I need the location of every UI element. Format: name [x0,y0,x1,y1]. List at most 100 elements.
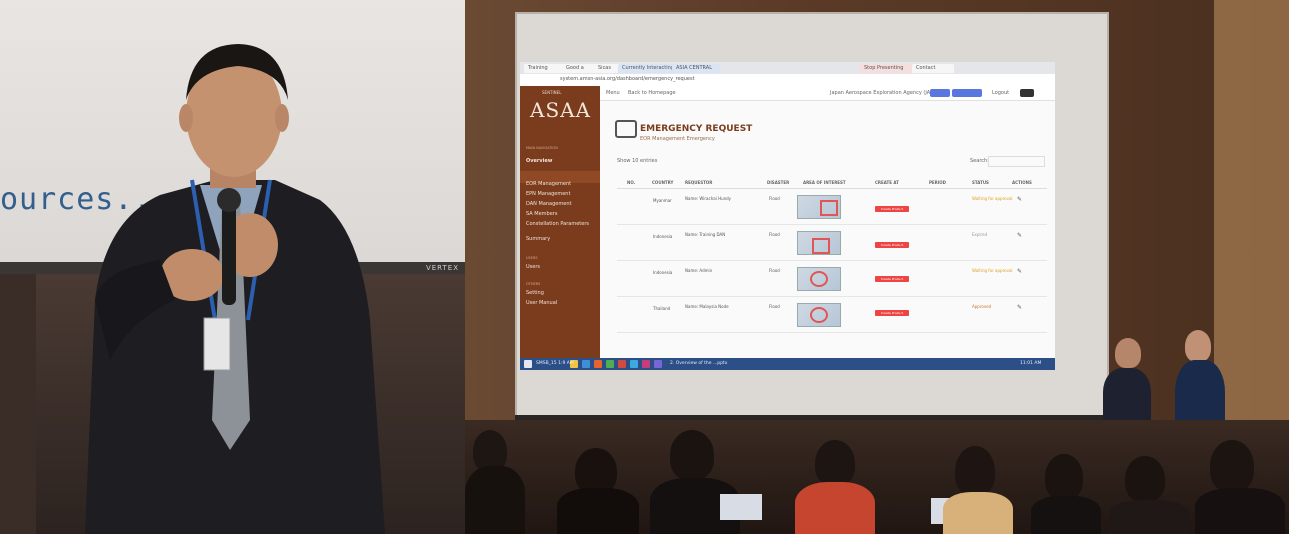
table-row: Thailand Name: Malaysia Node Flood Creat… [617,298,1047,333]
browser-tab: Good a [562,64,598,73]
column-header: COUNTRY [652,180,674,185]
requestor-cell: Name: Malaysia Node [685,304,729,309]
column-header: PERIOD [929,180,946,185]
column-header: NO. [627,180,636,185]
aoi-marker [810,307,828,323]
aoi-marker [810,271,828,287]
browser-tab: Currently Interacting [618,64,678,73]
sidebar-item: Users [526,264,541,270]
nav-button [930,89,950,97]
column-header: REQUESTOR [685,180,713,185]
aoi-marker [812,238,830,254]
top-nav: Menu Back to Homepage Japan Aerospace Ex… [600,86,1055,101]
nav-button [1020,89,1034,97]
browser-tab-bar: Training Good a Sicas Currently Interact… [520,62,1055,74]
edit-icon: ✎ [1017,232,1023,239]
projected-web-app: Training Good a Sicas Currently Interact… [520,62,1055,370]
audience-body [1195,488,1285,534]
app-icon [582,360,590,368]
sidebar-item: Overview [526,158,553,164]
edit-icon: ✎ [1017,196,1023,203]
taskbar-item: SMSB_15 1:9 AM [536,361,574,366]
audience-body [1031,496,1101,534]
app-icon [594,360,602,368]
photo-collage: ources... VERTEX Training Good a Sicas C… [0,0,1289,534]
audience-body [1109,500,1189,534]
column-header: DISASTER [767,180,790,185]
sidebar-heading: OTHERS [526,282,541,286]
app-icon [654,360,662,368]
map-thumbnail [797,267,841,291]
search-input [988,156,1045,167]
audience-body [943,492,1013,534]
browser-tab: Stop Presenting [860,64,916,73]
logo-caption: SENTINEL [542,90,562,95]
country-cell: Indonesia [653,270,673,275]
requestor-cell: Name: Admin [685,268,713,273]
page-subtitle: EOR Management Emergency [640,136,715,142]
requestor-cell: Name: Wirachai Hundy [685,196,732,201]
taskbar-item: 2. Overview of the ...pptx [670,361,728,366]
audience-head [1045,454,1083,500]
edit-icon: ✎ [1017,268,1023,275]
status-badge: Waiting for approval [972,268,1013,273]
requestor-cell: Name: Training DAN [685,232,726,237]
nav-button [952,89,982,97]
url-text: system.amsn-asia.org/dashboard/emergency… [560,76,695,82]
audience-head [815,440,855,486]
column-header: ACTIONS [1012,180,1032,185]
windows-start-icon [524,360,532,368]
speaker-photo: ources... VERTEX [0,0,465,534]
app-icon [618,360,626,368]
entries-selector: Show 10 entries [617,158,658,164]
country-cell: Myanmar [653,198,672,203]
sidebar: SENTINEL ASAA MAIN NAVIGATION Overview E… [520,86,600,370]
table-row: Myanmar Name: Wirachai Hundy Flood Creat… [617,190,1047,225]
windows-taskbar: SMSB_15 1:9 AM 2. Overview of the ...ppt… [520,358,1055,370]
browser-tab: Contact [912,64,954,73]
app-icon [642,360,650,368]
page-title: EMERGENCY REQUEST [640,124,753,134]
create-product-button: Create Product [875,310,909,316]
map-thumbnail [797,195,841,219]
sidebar-item: User Manual [526,300,558,306]
disaster-cell: Flood [769,304,780,309]
audience-head [1210,440,1254,492]
sidebar-item: EOR Management [526,181,572,187]
audience-body [795,482,875,534]
country-cell: Thailand [653,306,671,311]
app-icon [630,360,638,368]
column-header: CREATE AT [875,180,899,185]
country-cell: Indonesia [653,234,673,239]
disaster-cell: Flood [769,232,780,237]
sidebar-heading: MAIN NAVIGATION [526,146,558,150]
audience-head [1125,456,1165,502]
disaster-cell: Flood [769,268,780,273]
presenter-head [1115,338,1141,368]
table-row: Indonesia Name: Training DAN Flood Creat… [617,226,1047,261]
sidebar-item: EPN Management [526,191,571,197]
status-badge: Approved [972,304,992,309]
disaster-cell: Flood [769,196,780,201]
presenter-head [1185,330,1211,362]
logout-link: Logout [992,90,1010,96]
map-thumbnail [797,303,841,327]
laptop [720,494,762,520]
clock: 11:01 AM [1020,361,1042,366]
agency-label: Japan Aerospace Exploration Agency (JAXA… [830,90,939,96]
browser-tab: Training [524,64,566,73]
sidebar-item: Setting [526,290,544,296]
briefcase-icon [615,120,637,138]
speaker-figure [85,44,385,534]
sidebar-item: SA Members [526,211,558,217]
create-product-button: Create Product [875,242,909,248]
presenter-body [1103,368,1151,428]
map-thumbnail [797,231,841,255]
main-content: EMERGENCY REQUEST EOR Management Emergen… [600,100,1055,370]
edit-icon: ✎ [1017,304,1023,311]
column-header: STATUS [972,180,989,185]
sidebar-heading: USERS [526,256,538,260]
app-icon [606,360,614,368]
audience-body [465,466,525,534]
sidebar-item: Constellation Parameters [526,221,589,227]
